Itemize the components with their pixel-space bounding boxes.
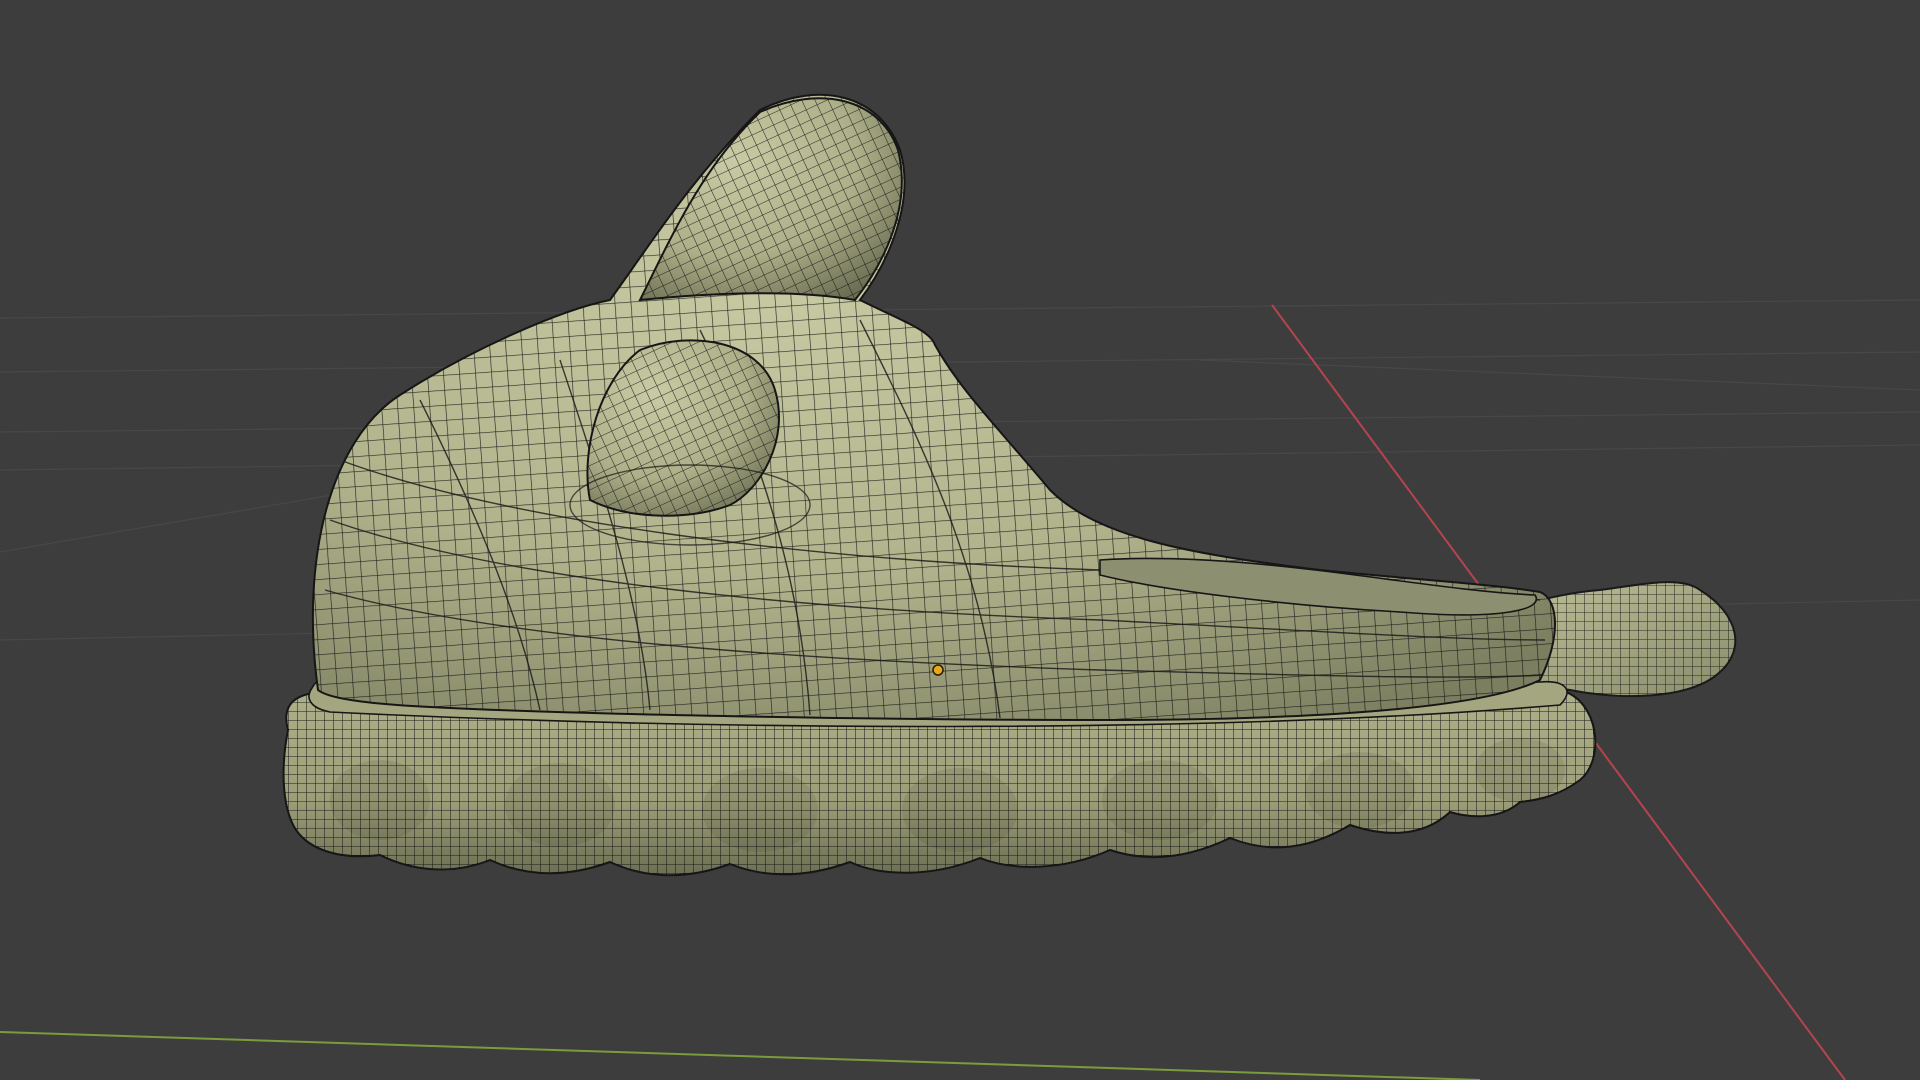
y-axis-line bbox=[0, 1031, 1481, 1080]
3d-viewport[interactable] bbox=[0, 0, 1920, 1080]
mesh-body bbox=[311, 93, 1556, 722]
object-origin-dot[interactable] bbox=[932, 664, 944, 676]
